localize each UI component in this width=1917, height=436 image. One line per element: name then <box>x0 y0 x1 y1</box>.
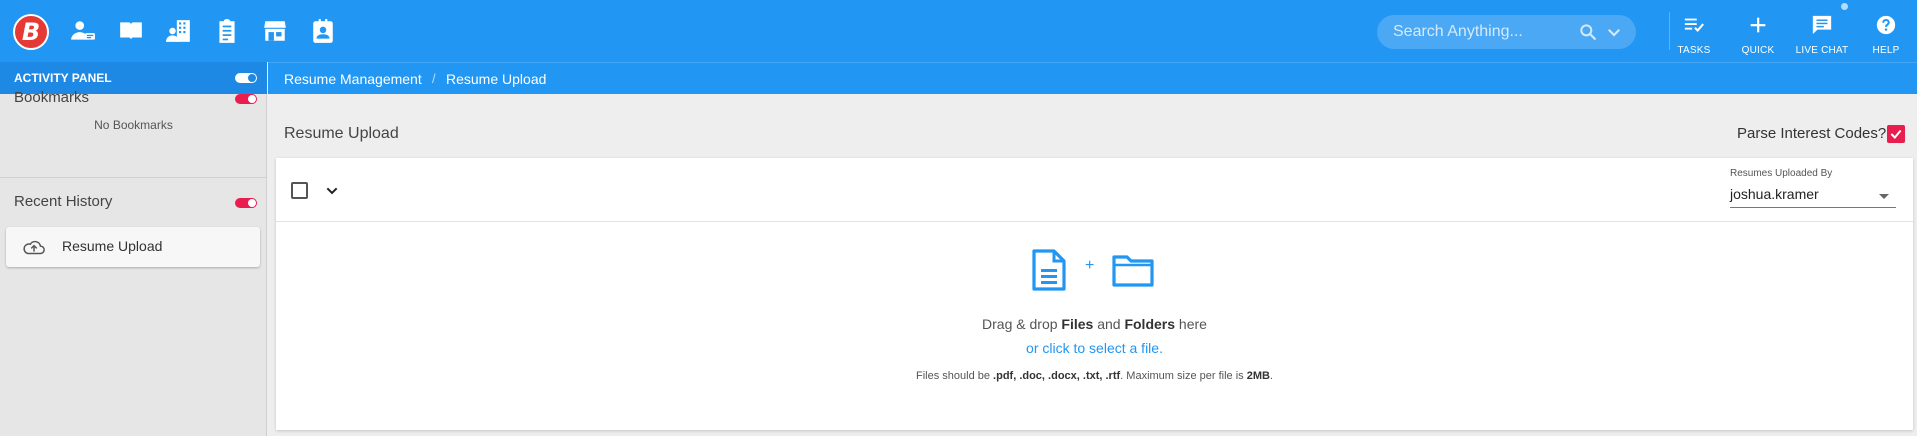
max-size: 2MB <box>1246 370 1270 382</box>
recent-history-title: Recent History <box>14 193 113 210</box>
chevron-down-icon[interactable] <box>1605 23 1623 41</box>
chevron-down-icon[interactable] <box>324 183 340 199</box>
file-types: .pdf, .doc, .docx, .txt, .rtf <box>993 370 1121 382</box>
parse-interest-codes-label: Parse Interest Codes? <box>1737 125 1887 142</box>
folder-icon <box>1112 255 1154 287</box>
chat-icon <box>1812 15 1832 35</box>
bookmarks-toggle[interactable] <box>235 94 257 104</box>
contact-card-icon[interactable] <box>307 16 339 46</box>
history-item-label: Resume Upload <box>62 238 163 254</box>
breadcrumb-separator: / <box>432 71 436 86</box>
breadcrumb-resume-upload[interactable]: Resume Upload <box>446 71 546 87</box>
tasks-icon <box>1684 18 1704 32</box>
global-search <box>1377 15 1636 49</box>
person-id-icon[interactable] <box>67 16 99 46</box>
checkmark-icon <box>1890 129 1902 139</box>
dropdown-arrow-icon <box>1879 194 1889 199</box>
help-label: HELP <box>1872 45 1900 56</box>
search-icon[interactable] <box>1578 22 1598 42</box>
sidebar-divider <box>0 177 267 178</box>
file-drop-zone[interactable]: + Drag & drop Files and Folders here or … <box>276 223 1913 430</box>
notification-dot <box>1841 3 1848 10</box>
plus-icon <box>1750 17 1766 33</box>
file-icon <box>1032 249 1066 291</box>
plus-sign: + <box>1085 257 1095 274</box>
cloud-upload-icon <box>23 240 45 255</box>
search-input[interactable] <box>1393 15 1583 49</box>
page-title: Resume Upload <box>284 125 399 142</box>
uploaded-by-label: Resumes Uploaded By <box>1730 168 1833 179</box>
live-chat-button[interactable]: LIVE CHAT <box>1787 10 1857 58</box>
bookmarks-empty-text: No Bookmarks <box>94 118 173 132</box>
help-button[interactable]: HELP <box>1851 10 1917 58</box>
uploaded-by-select[interactable]: joshua.kramer <box>1730 184 1896 208</box>
breadcrumb: Resume Management / Resume Upload <box>268 62 1917 94</box>
files-word: Files <box>1061 316 1094 332</box>
folders-word: Folders <box>1124 316 1176 332</box>
quick-button[interactable]: QUICK <box>1723 10 1793 58</box>
activity-panel-toggle[interactable] <box>235 73 257 83</box>
tasks-label: TASKS <box>1677 45 1711 56</box>
breadcrumb-resume-management[interactable]: Resume Management <box>284 71 422 87</box>
history-item-resume-upload[interactable]: Resume Upload <box>6 227 260 267</box>
clipboard-list-icon[interactable] <box>211 16 243 46</box>
uploaded-by-value: joshua.kramer <box>1730 186 1819 202</box>
recent-history-toggle[interactable] <box>235 198 257 208</box>
tasks-button[interactable]: TASKS <box>1659 10 1729 58</box>
live-chat-label: LIVE CHAT <box>1795 45 1849 56</box>
top-navbar: B TASKS QUICK LIVE CHAT HELP <box>0 0 1917 62</box>
activity-panel-title: ACTIVITY PANEL <box>14 71 112 85</box>
activity-sidebar: ACTIVITY PANEL Bookmarks No Bookmarks Re… <box>0 62 267 436</box>
parse-interest-codes-checkbox[interactable] <box>1887 125 1905 143</box>
book-icon[interactable] <box>115 16 147 46</box>
bookmarks-title: Bookmarks <box>14 89 90 106</box>
help-icon <box>1876 15 1896 35</box>
upload-card-toolbar: Resumes Uploaded By joshua.kramer <box>276 158 1913 222</box>
drag-drop-text: Drag & drop Files and Folders here <box>982 316 1207 332</box>
app-logo[interactable]: B <box>13 14 49 50</box>
upload-card: Resumes Uploaded By joshua.kramer + Drag… <box>276 158 1913 430</box>
quick-label: QUICK <box>1741 45 1775 56</box>
select-all-checkbox[interactable] <box>291 182 308 199</box>
file-requirements-note: Files should be .pdf, .doc, .docx, .txt,… <box>916 370 1273 382</box>
store-icon[interactable] <box>259 16 291 46</box>
select-file-link[interactable]: or click to select a file. <box>276 340 1913 356</box>
building-person-icon[interactable] <box>163 16 195 46</box>
